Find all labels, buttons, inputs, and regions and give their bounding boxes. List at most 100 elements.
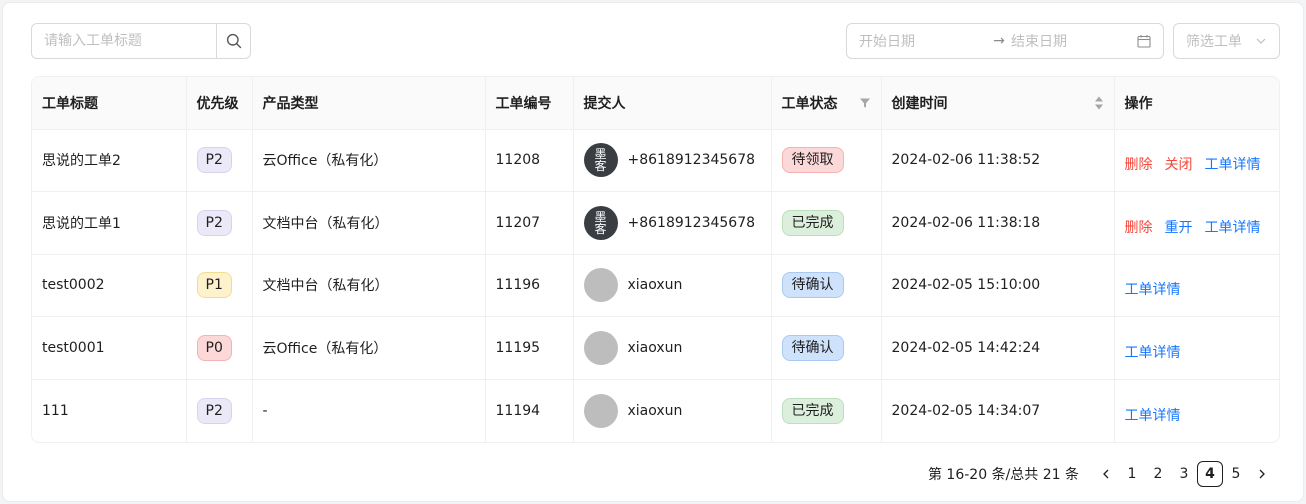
search-input[interactable] bbox=[32, 24, 216, 58]
cell-number: 11195 bbox=[485, 316, 574, 380]
action-detail-link[interactable]: 工单详情 bbox=[1205, 154, 1261, 174]
work-order-table: 工单标题 优先级 产品类型 工单编号 提交人 工单状态 创建时间 操作 思说的工… bbox=[31, 76, 1280, 443]
action-reopen-link[interactable]: 重开 bbox=[1165, 217, 1193, 237]
pagination-page-1[interactable]: 1 bbox=[1119, 461, 1145, 487]
priority-badge: P2 bbox=[196, 397, 232, 424]
header-created-cell[interactable]: 创建时间 bbox=[881, 77, 1115, 130]
avatar-text-2: 客 bbox=[594, 221, 607, 236]
status-badge: 已完成 bbox=[781, 209, 844, 236]
table-row: test0002 P1 文档中台（私有化） 11196 xiaoxun 待确认 2024-0… bbox=[32, 254, 1279, 317]
cell-created: 2024-02-05 15:10:00 bbox=[881, 254, 1115, 317]
avatar bbox=[583, 393, 618, 428]
cell-actions: 删除 重开 工单详情 bbox=[1114, 191, 1279, 255]
cell-priority: P1 bbox=[186, 254, 253, 317]
priority-badge: P0 bbox=[196, 334, 232, 361]
action-delete-link[interactable]: 删除 bbox=[1125, 217, 1153, 237]
action-detail-link[interactable]: 工单详情 bbox=[1205, 217, 1261, 237]
cell-product: 文档中台（私有化） bbox=[252, 191, 486, 255]
work-order-panel: 开始日期 → 结束日期 筛选工单 工单标题 优先级 产品类型 工单编号 提交人 bbox=[2, 2, 1304, 502]
action-detail-link[interactable]: 工单详情 bbox=[1125, 342, 1181, 362]
action-detail-link[interactable]: 工单详情 bbox=[1125, 279, 1181, 299]
avatar: 墨客 bbox=[583, 205, 618, 240]
header-actions: 操作 bbox=[1114, 77, 1279, 130]
end-date-input[interactable]: 结束日期 bbox=[1011, 31, 1137, 51]
submitter-name: +8618912345678 bbox=[627, 214, 756, 231]
cell-created: 2024-02-05 14:42:24 bbox=[881, 316, 1115, 380]
cell-number: 11207 bbox=[485, 191, 574, 255]
cell-actions: 删除 关闭 工单详情 bbox=[1114, 129, 1279, 192]
cell-submitter: 墨客 +8618912345678 bbox=[573, 129, 772, 192]
filter-select[interactable]: 筛选工单 bbox=[1173, 23, 1280, 59]
priority-badge: P2 bbox=[196, 209, 232, 236]
header-status-cell: 工单状态 bbox=[771, 77, 882, 130]
range-arrow: → bbox=[993, 33, 1005, 49]
cell-created: 2024-02-06 11:38:52 bbox=[881, 129, 1115, 192]
pagination-summary: 第 16-20 条/总共 21 条 bbox=[927, 467, 1079, 483]
status-badge: 待确认 bbox=[781, 272, 844, 299]
start-date-input[interactable]: 开始日期 bbox=[859, 31, 987, 51]
avatar: 墨客 bbox=[583, 143, 618, 178]
table-row: 思说的工单1 P2 文档中台（私有化） 11207 墨客 +8618912345678 已完… bbox=[32, 191, 1279, 255]
status-badge: 待确认 bbox=[781, 334, 844, 361]
cell-priority: P0 bbox=[186, 316, 253, 380]
cell-title: 111 bbox=[32, 379, 187, 442]
header-priority: 优先级 bbox=[186, 77, 253, 130]
pagination-pages: 12345 bbox=[1119, 461, 1249, 487]
filter-select-label: 筛选工单 bbox=[1186, 34, 1242, 50]
status-badge: 已完成 bbox=[781, 397, 844, 424]
submitter-name: xiaoxun bbox=[627, 402, 683, 419]
cell-product: 云Office（私有化） bbox=[252, 129, 486, 192]
header-product: 产品类型 bbox=[252, 77, 486, 130]
search-button[interactable] bbox=[216, 24, 250, 58]
cell-priority: P2 bbox=[186, 191, 253, 255]
cell-status: 已完成 bbox=[771, 191, 882, 255]
chevron-right-icon bbox=[1259, 469, 1265, 479]
table-row: 111 P2-11194 xiaoxun 已完成 2024-02-05 14:34:07… bbox=[32, 379, 1279, 442]
avatar bbox=[583, 330, 618, 365]
cell-submitter: xiaoxun bbox=[573, 379, 772, 442]
date-range-picker[interactable]: 开始日期 → 结束日期 bbox=[846, 23, 1164, 59]
cell-product: - bbox=[252, 379, 486, 442]
sort-icon[interactable] bbox=[1094, 95, 1104, 111]
pagination-page-4[interactable]: 4 bbox=[1197, 461, 1223, 487]
avatar-text-2: 客 bbox=[594, 159, 607, 174]
pagination-next[interactable] bbox=[1249, 461, 1275, 487]
pagination-prev[interactable] bbox=[1093, 461, 1119, 487]
chevron-left-icon bbox=[1103, 469, 1109, 479]
cell-status: 待确认 bbox=[771, 316, 882, 380]
cell-submitter: 墨客 +8618912345678 bbox=[573, 191, 772, 255]
cell-submitter: xiaoxun bbox=[573, 316, 772, 380]
cell-actions: 工单详情 bbox=[1114, 316, 1279, 380]
header-number: 工单编号 bbox=[485, 77, 574, 130]
cell-number: 11196 bbox=[485, 254, 574, 317]
action-detail-link[interactable]: 工单详情 bbox=[1125, 405, 1181, 425]
calendar-icon[interactable] bbox=[1137, 34, 1151, 48]
filter-icon[interactable] bbox=[859, 97, 871, 109]
pagination: 第 16-20 条/总共 21 条 12345 bbox=[928, 460, 1275, 488]
cell-number: 11194 bbox=[485, 379, 574, 442]
avatar bbox=[583, 268, 618, 303]
table-row: 思说的工单2 P2 云Office（私有化） 11208 墨客 +861891234567… bbox=[32, 129, 1279, 192]
search-box bbox=[31, 23, 251, 59]
action-close-link[interactable]: 关闭 bbox=[1165, 154, 1193, 174]
pagination-page-2[interactable]: 2 bbox=[1145, 461, 1171, 487]
cell-created: 2024-02-06 11:38:18 bbox=[881, 191, 1115, 255]
cell-product: 云Office（私有化） bbox=[252, 316, 486, 380]
priority-badge: P1 bbox=[196, 272, 232, 299]
pagination-page-5[interactable]: 5 bbox=[1223, 461, 1249, 487]
priority-badge: P2 bbox=[196, 147, 232, 174]
cell-submitter: xiaoxun bbox=[573, 254, 772, 317]
cell-title: 思说的工单2 bbox=[32, 129, 187, 192]
search-icon bbox=[226, 33, 241, 49]
cell-status: 已完成 bbox=[771, 379, 882, 442]
cell-title: test0002 bbox=[32, 254, 187, 317]
chevron-down-icon bbox=[1256, 38, 1266, 44]
pagination-page-3[interactable]: 3 bbox=[1171, 461, 1197, 487]
header-status: 工单状态 bbox=[781, 95, 838, 112]
table-header-row: 工单标题 优先级 产品类型 工单编号 提交人 工单状态 创建时间 操作 bbox=[32, 77, 1279, 130]
cell-product: 文档中台（私有化） bbox=[252, 254, 486, 317]
submitter-name: +8618912345678 bbox=[627, 152, 756, 169]
action-delete-link[interactable]: 删除 bbox=[1125, 154, 1153, 174]
cell-priority: P2 bbox=[186, 129, 253, 192]
cell-actions: 工单详情 bbox=[1114, 379, 1279, 442]
